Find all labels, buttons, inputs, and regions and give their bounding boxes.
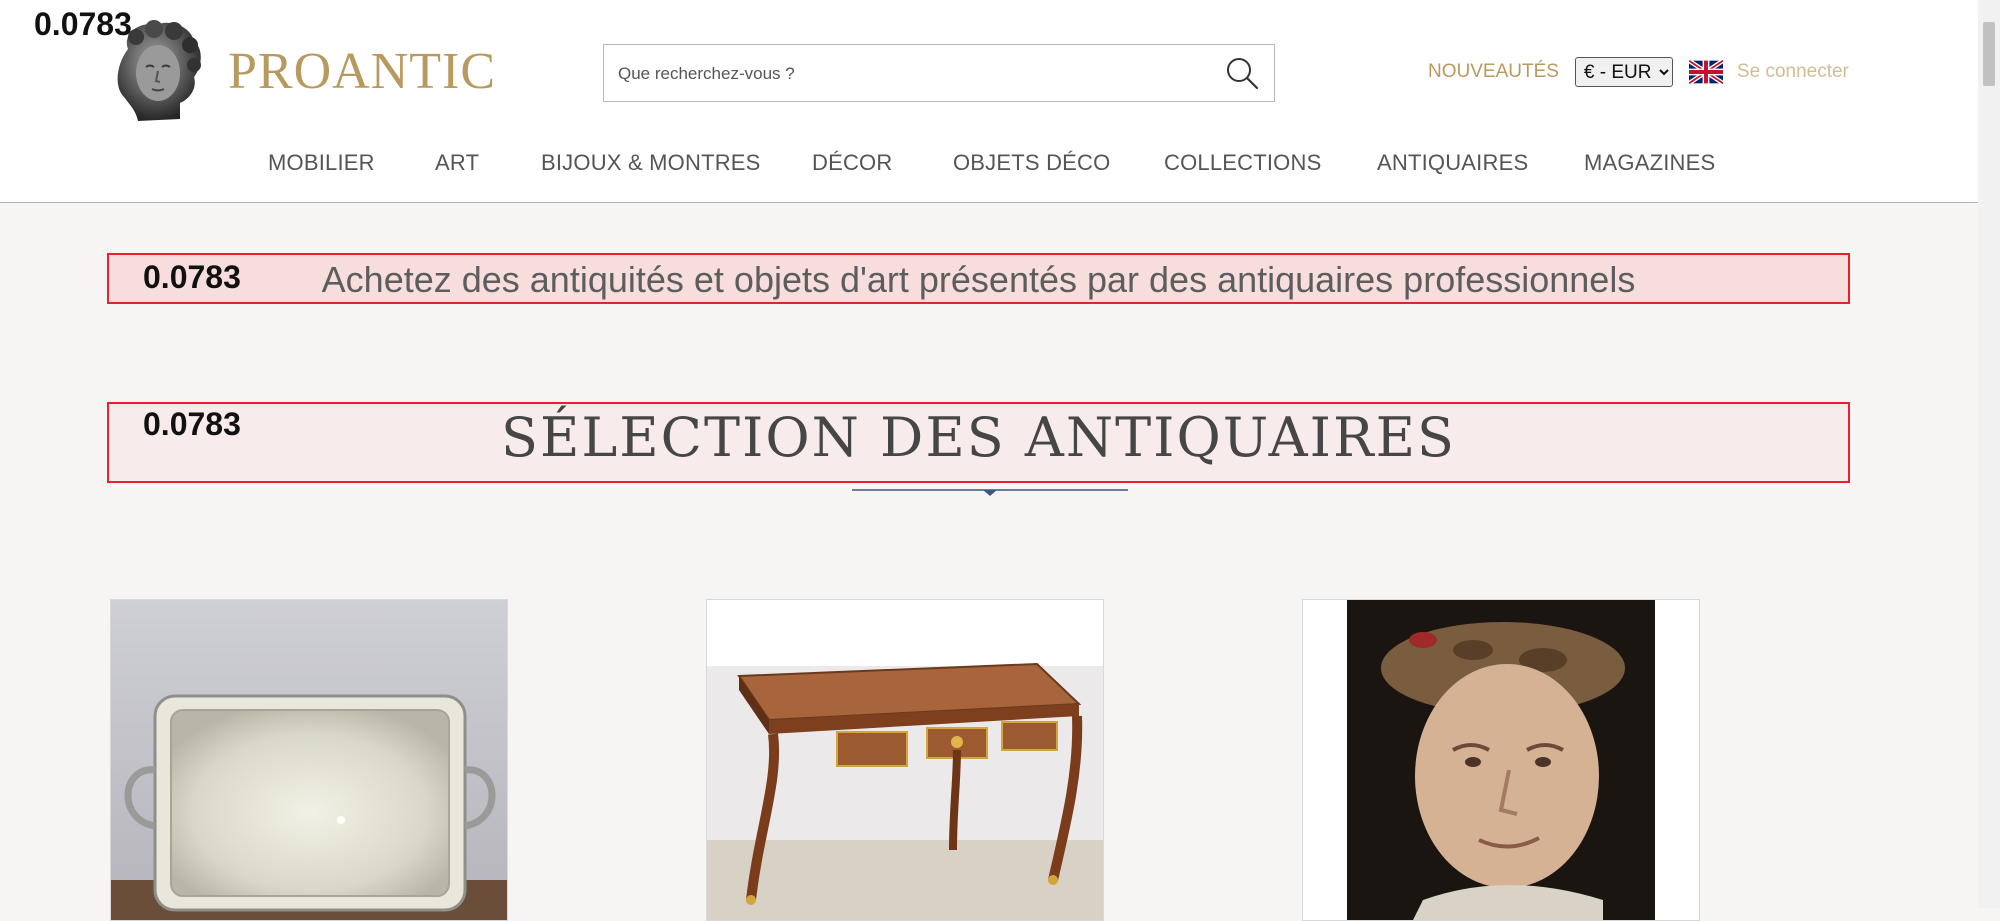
uk-flag-icon[interactable] bbox=[1687, 58, 1725, 86]
page-scrollbar[interactable] bbox=[1978, 0, 2000, 908]
nav-item-magazines[interactable]: MAGAZINES bbox=[1584, 150, 1715, 176]
product-card[interactable] bbox=[1302, 599, 1700, 921]
section-title: SÉLECTION DES ANTIQUAIRES bbox=[500, 406, 1457, 469]
nav-item-decor[interactable]: DÉCOR bbox=[812, 150, 892, 176]
tagline-banner: 0.0783 Achetez des antiquités et objets … bbox=[107, 253, 1850, 304]
nav-item-objets-deco[interactable]: OBJETS DÉCO bbox=[953, 150, 1110, 176]
portrait-painting-image bbox=[1303, 600, 1699, 920]
louis-xv-desk-image bbox=[707, 600, 1103, 920]
nouveautes-link[interactable]: NOUVEAUTÉS bbox=[1428, 61, 1559, 83]
nav-item-art[interactable]: ART bbox=[435, 150, 479, 176]
section-title-banner: 0.0783 SÉLECTION DES ANTIQUAIRES bbox=[107, 402, 1850, 483]
header-actions: NOUVEAUTÉS € - EUR Se connecter bbox=[1428, 56, 1849, 88]
logo-head-icon bbox=[110, 19, 206, 123]
nav-item-collections[interactable]: COLLECTIONS bbox=[1164, 150, 1321, 176]
search-box bbox=[603, 44, 1275, 103]
logo-text: PROANTIC bbox=[228, 42, 497, 100]
product-card[interactable] bbox=[110, 599, 508, 921]
login-link[interactable]: Se connecter bbox=[1737, 61, 1849, 83]
tagline: Achetez des antiquités et objets d'art p… bbox=[321, 259, 1636, 300]
product-card[interactable] bbox=[706, 599, 1104, 921]
site-header: 0.0783 PROANTIC Que recherchez-vous ? NO… bbox=[0, 0, 1978, 203]
search-button[interactable] bbox=[1224, 55, 1260, 91]
title-divider bbox=[852, 487, 1128, 499]
logo-link[interactable]: PROANTIC bbox=[110, 16, 496, 126]
currency-select[interactable]: € - EUR bbox=[1574, 57, 1673, 87]
nav-item-mobilier[interactable]: MOBILIER bbox=[268, 150, 375, 176]
nav-item-bijoux-montres[interactable]: BIJOUX & MONTRES bbox=[541, 150, 761, 176]
search-input[interactable] bbox=[616, 45, 1200, 103]
scrollbar-thumb[interactable] bbox=[1983, 22, 1995, 86]
silver-tray-image bbox=[111, 600, 507, 920]
main-nav: MOBILIER ART BIJOUX & MONTRES DÉCOR OBJE… bbox=[0, 146, 1978, 186]
search-icon bbox=[1227, 58, 1259, 90]
nav-item-antiquaires[interactable]: ANTIQUAIRES bbox=[1377, 150, 1528, 176]
